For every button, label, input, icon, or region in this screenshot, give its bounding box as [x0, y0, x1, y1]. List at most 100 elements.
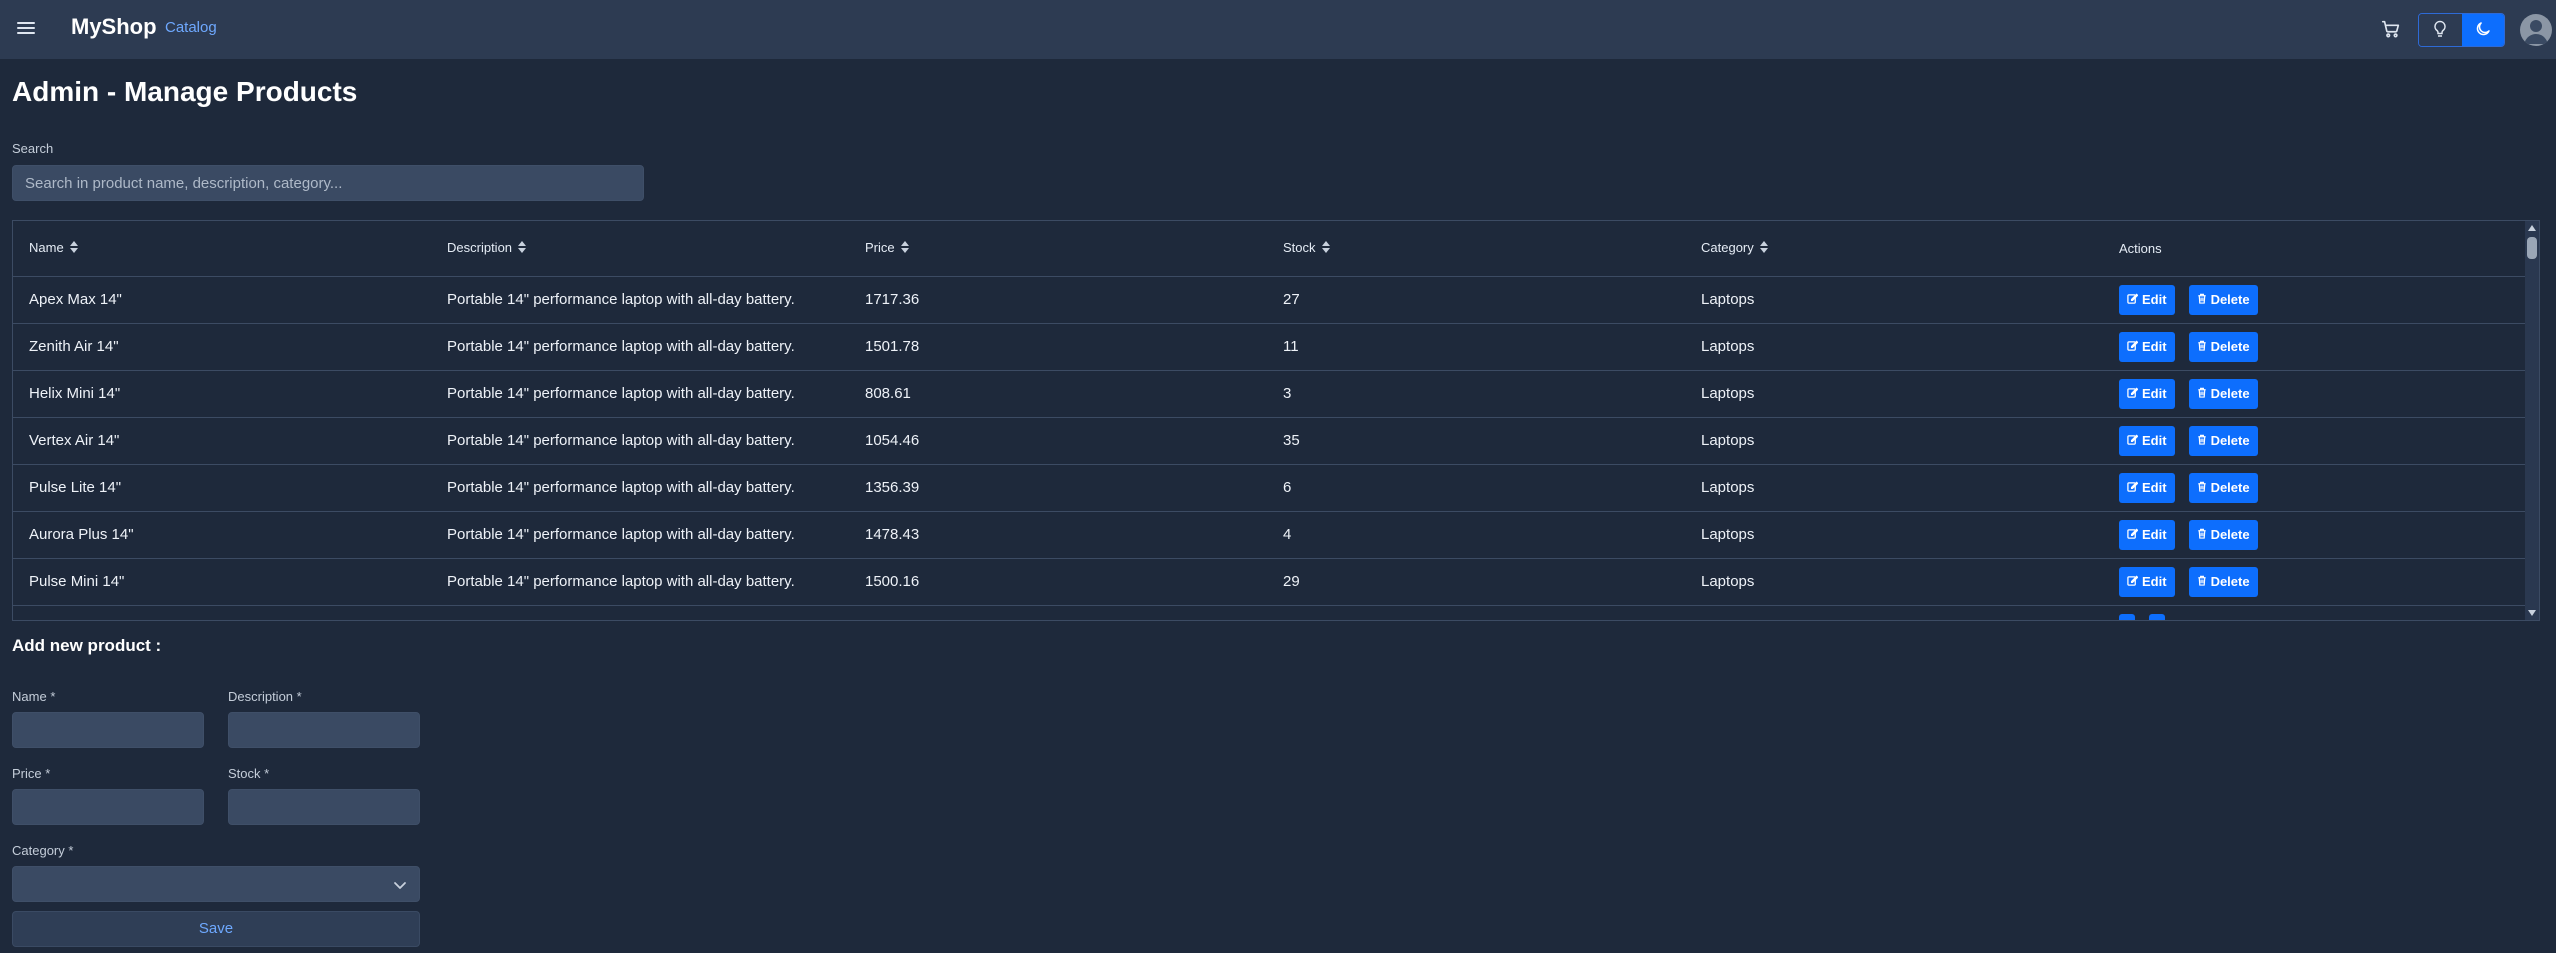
table-header-row: Name Description Price Stock Category Ac…	[13, 221, 2527, 277]
cell-category: Laptops	[1685, 370, 2103, 418]
table-row	[13, 605, 2527, 620]
cell-actions: Edit Delete	[2103, 323, 2527, 371]
cell-name: Apex Max 14"	[13, 276, 431, 324]
edit-button[interactable]: Edit	[2119, 425, 2175, 456]
column-header-description[interactable]: Description	[431, 221, 849, 277]
cell-price: 1500.16	[849, 558, 1267, 606]
cell-description: Portable 14" performance laptop with all…	[431, 417, 849, 465]
products-table-container: Name Description Price Stock Category Ac…	[12, 220, 2540, 621]
trash-icon	[2197, 386, 2207, 401]
delete-button[interactable]	[2149, 613, 2165, 620]
cell-category: Laptops	[1685, 511, 2103, 559]
cell-name: Vertex Air 14"	[13, 417, 431, 465]
cell-actions: Edit Delete	[2103, 417, 2527, 465]
cell-name: Pulse Lite 14"	[13, 464, 431, 512]
scroll-down-arrow[interactable]	[2528, 610, 2536, 616]
trash-icon	[2197, 574, 2207, 589]
name-label: Name *	[12, 689, 56, 704]
table-row: Apex Max 14" Portable 14" performance lap…	[13, 276, 2527, 324]
edit-button[interactable]: Edit	[2119, 284, 2175, 315]
cell-category: Laptops	[1685, 323, 2103, 371]
products-table: Name Description Price Stock Category Ac…	[13, 221, 2527, 620]
cell-actions: Edit Delete	[2103, 464, 2527, 512]
search-label: Search	[12, 141, 54, 156]
edit-button[interactable]	[2119, 613, 2135, 620]
save-button[interactable]: Save	[12, 911, 420, 947]
delete-button[interactable]: Delete	[2188, 284, 2258, 315]
column-header-name[interactable]: Name	[13, 221, 431, 277]
cell-price: 1054.46	[849, 417, 1267, 465]
cell-actions: Edit Delete	[2103, 276, 2527, 324]
cell-description: Portable 14" performance laptop with all…	[431, 511, 849, 559]
cell-stock: 29	[1267, 558, 1685, 606]
table-row: Pulse Mini 14" Portable 14" performance l…	[13, 558, 2527, 606]
brand-logo[interactable]: MyShop	[71, 14, 157, 40]
cell-category: Laptops	[1685, 464, 2103, 512]
edit-icon	[2127, 386, 2139, 401]
sort-icon	[1759, 241, 1768, 256]
trash-icon	[2197, 433, 2207, 448]
table-row: Vertex Air 14" Portable 14" performance l…	[13, 417, 2527, 465]
trash-icon	[2197, 527, 2207, 542]
column-header-category[interactable]: Category	[1685, 221, 2103, 277]
delete-button[interactable]: Delete	[2188, 331, 2258, 362]
edit-button[interactable]: Edit	[2119, 331, 2175, 362]
dark-theme-button[interactable]	[2461, 14, 2504, 46]
table-row: Helix Mini 14" Portable 14" performance l…	[13, 370, 2527, 418]
delete-button[interactable]: Delete	[2188, 566, 2258, 597]
column-header-actions: Actions	[2103, 221, 2527, 277]
edit-button[interactable]: Edit	[2119, 566, 2175, 597]
cell-price: 1478.43	[849, 511, 1267, 559]
delete-button[interactable]: Delete	[2188, 519, 2258, 550]
cell-description: Portable 14" performance laptop with all…	[431, 323, 849, 371]
name-field[interactable]	[12, 712, 204, 748]
light-theme-button[interactable]	[2419, 14, 2462, 46]
scroll-up-arrow[interactable]	[2528, 225, 2536, 231]
cell-actions: Edit Delete	[2103, 558, 2527, 606]
search-input[interactable]	[12, 165, 644, 201]
table-scrollbar[interactable]	[2525, 221, 2539, 620]
price-field[interactable]	[12, 789, 204, 825]
trash-icon	[2197, 339, 2207, 354]
table-row: Aurora Plus 14" Portable 14" performance …	[13, 511, 2527, 559]
cell-description: Portable 14" performance laptop with all…	[431, 370, 849, 418]
stock-field[interactable]	[228, 789, 420, 825]
cell-description: Portable 14" performance laptop with all…	[431, 464, 849, 512]
chevron-down-icon	[393, 878, 407, 895]
delete-button[interactable]: Delete	[2188, 378, 2258, 409]
category-label: Category *	[12, 843, 74, 858]
description-label: Description *	[228, 689, 302, 704]
delete-button[interactable]: Delete	[2188, 472, 2258, 503]
cell-stock: 27	[1267, 276, 1685, 324]
delete-button[interactable]: Delete	[2188, 425, 2258, 456]
moon-icon	[2474, 20, 2492, 41]
scroll-thumb[interactable]	[2527, 237, 2537, 259]
cell-category: Laptops	[1685, 417, 2103, 465]
nav-link-catalog[interactable]: Catalog	[165, 19, 217, 36]
page-title: Admin - Manage Products	[12, 76, 358, 107]
cell-price: 808.61	[849, 370, 1267, 418]
menu-icon[interactable]	[16, 19, 36, 39]
edit-icon	[2127, 574, 2139, 589]
cell-stock: 4	[1267, 511, 1685, 559]
add-product-title: Add new product :	[12, 636, 162, 655]
cell-category: Laptops	[1685, 276, 2103, 324]
cell-category: Laptops	[1685, 558, 2103, 606]
edit-icon	[2127, 527, 2139, 542]
description-field[interactable]	[228, 712, 420, 748]
cell-price: 1501.78	[849, 323, 1267, 371]
category-select[interactable]	[12, 866, 420, 902]
edit-button[interactable]: Edit	[2119, 472, 2175, 503]
cart-icon[interactable]	[2380, 18, 2402, 40]
cell-stock: 6	[1267, 464, 1685, 512]
edit-button[interactable]: Edit	[2119, 519, 2175, 550]
edit-button[interactable]: Edit	[2119, 378, 2175, 409]
column-header-stock[interactable]: Stock	[1267, 221, 1685, 277]
column-header-price[interactable]: Price	[849, 221, 1267, 277]
sort-icon	[1321, 241, 1330, 256]
sort-icon	[518, 241, 527, 256]
user-avatar-icon[interactable]	[2520, 14, 2552, 46]
cell-actions: Edit Delete	[2103, 511, 2527, 559]
lightbulb-icon	[2433, 20, 2447, 41]
cell-price: 1356.39	[849, 464, 1267, 512]
